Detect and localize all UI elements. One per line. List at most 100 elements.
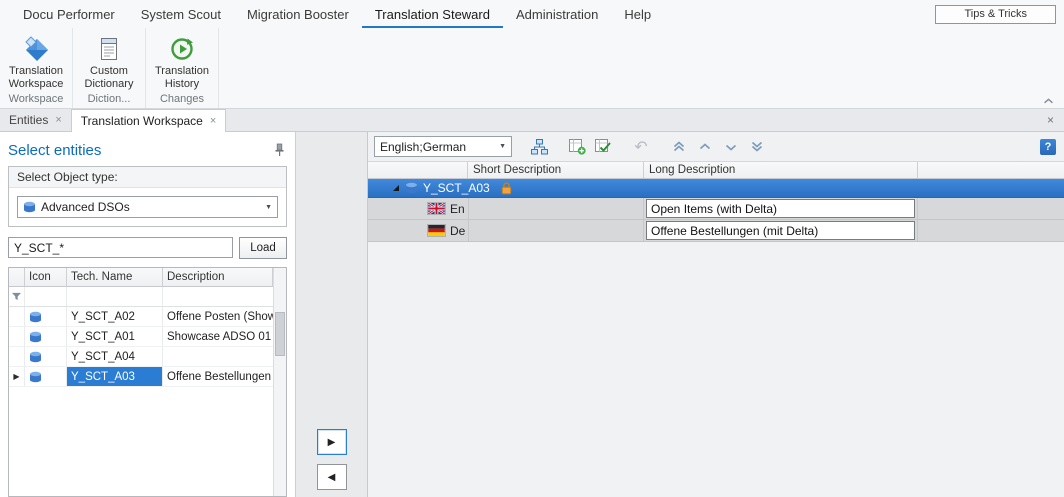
description-cell[interactable]: Showcase ADSO 01 (B... [163, 327, 273, 346]
menubar: Docu Performer System Scout Migration Bo… [0, 0, 1064, 28]
description-cell[interactable]: Offene Posten (Showa... [163, 307, 273, 326]
ribbon-group-label: Workspace [0, 91, 72, 108]
object-type-caption: Select Object type: [9, 167, 286, 188]
transfer-column: ▶ ◀ [296, 132, 367, 497]
next-entity-icon[interactable] [720, 136, 742, 158]
long-description-header[interactable]: Long Description [644, 162, 918, 178]
ribbon-group-label: Diction... [73, 91, 145, 108]
close-icon[interactable]: × [55, 114, 61, 126]
undo-icon[interactable]: ↶ [630, 136, 652, 158]
tab-label: Translation Workspace [81, 114, 203, 128]
icon-column-header[interactable]: Icon [25, 268, 67, 286]
table-row-selected[interactable]: ▶ Y_SCT_A03 Offene Bestellungen (... [9, 367, 273, 387]
ribbon-button-label: Translation [9, 65, 63, 78]
tech-name-cell[interactable]: Y_SCT_A03 [67, 367, 163, 386]
row-indicator-cell [9, 307, 25, 326]
translation-row-de[interactable]: De Offene Bestellungen (mit Delta) [368, 220, 1064, 242]
adso-icon [405, 182, 418, 194]
document-tabbar: Entities × Translation Workspace × × [0, 109, 1064, 132]
filter-cell[interactable] [67, 287, 163, 306]
tips-and-tricks-button[interactable]: Tips & Tricks [935, 5, 1056, 24]
table-row[interactable]: Y_SCT_A04 [9, 347, 273, 367]
tech-name-cell[interactable]: Y_SCT_A01 [67, 327, 163, 346]
collapse-node-icon[interactable] [392, 184, 400, 192]
long-description-cell: Open Items (with Delta) [644, 198, 918, 219]
header-filler [918, 162, 1064, 178]
row-filler [918, 198, 1064, 219]
translation-row-en[interactable]: En Open Items (with Delta) [368, 198, 1064, 220]
menu-item-translation-steward[interactable]: Translation Steward [362, 1, 503, 28]
tech-name-cell[interactable]: Y_SCT_A04 [67, 347, 163, 366]
tech-name-filter-input[interactable] [8, 237, 233, 258]
row-indicator-cell [368, 198, 396, 219]
menu-item-administration[interactable]: Administration [503, 1, 611, 28]
vertical-scrollbar[interactable] [273, 268, 286, 496]
object-type-value: Advanced DSOs [41, 200, 130, 214]
lock-icon [501, 182, 512, 195]
custom-dictionary-button[interactable]: Custom Dictionary [73, 28, 145, 91]
translation-workspace-icon [22, 33, 50, 65]
table-row[interactable]: Y_SCT_A02 Offene Posten (Showa... [9, 307, 273, 327]
menu-item-system-scout[interactable]: System Scout [128, 1, 234, 28]
move-right-button[interactable]: ▶ [317, 429, 347, 455]
adso-icon [23, 201, 36, 213]
long-description-editor[interactable]: Open Items (with Delta) [646, 199, 915, 218]
menu-item-migration-booster[interactable]: Migration Booster [234, 1, 362, 28]
custom-dictionary-icon [96, 33, 122, 65]
tech-name-column-header[interactable]: Tech. Name [67, 268, 163, 286]
description-cell[interactable]: Offene Bestellungen (... [163, 367, 273, 386]
short-description-cell[interactable] [468, 198, 644, 219]
first-entity-icon[interactable] [668, 136, 690, 158]
table-header-row: Icon Tech. Name Description [9, 268, 273, 287]
tech-name-cell[interactable]: Y_SCT_A02 [67, 307, 163, 326]
pin-icon[interactable] [274, 143, 287, 157]
group-row-label: Y_SCT_A03 [423, 181, 490, 195]
close-icon[interactable]: × [1047, 113, 1064, 131]
language-label: De [450, 224, 465, 238]
germany-flag-icon [428, 225, 445, 236]
tab-translation-workspace[interactable]: Translation Workspace × [71, 109, 227, 132]
grid-header-row: Short Description Long Description [368, 161, 1064, 179]
indicator-column-header [9, 268, 25, 286]
chevron-down-icon: ▼ [265, 204, 272, 211]
add-translation-icon[interactable] [566, 136, 588, 158]
long-description-editor[interactable]: Offene Bestellungen (mit Delta) [646, 221, 915, 240]
tab-entities[interactable]: Entities × [0, 109, 71, 131]
filter-row[interactable] [9, 287, 273, 307]
help-button[interactable]: ? [1040, 139, 1056, 155]
translation-workspace-button[interactable]: Translation Workspace [0, 28, 72, 91]
language-pair-dropdown[interactable]: English;German ▼ [374, 136, 512, 157]
translation-history-icon [169, 33, 195, 65]
select-entities-panel: Select entities Select Object type: Adva… [0, 132, 296, 497]
close-icon[interactable]: × [210, 115, 216, 127]
last-entity-icon[interactable] [746, 136, 768, 158]
object-type-dropdown[interactable]: Advanced DSOs ▼ [17, 196, 278, 218]
row-filler [918, 220, 1064, 241]
short-description-header[interactable]: Short Description [468, 162, 644, 178]
menu-item-help[interactable]: Help [611, 1, 664, 28]
table-row[interactable]: Y_SCT_A01 Showcase ADSO 01 (B... [9, 327, 273, 347]
ribbon-group-changes: Translation History Changes [146, 28, 219, 108]
ribbon-button-label: History [165, 78, 199, 91]
description-column-header[interactable]: Description [163, 268, 273, 286]
filter-cell[interactable] [25, 287, 67, 306]
load-button[interactable]: Load [239, 237, 287, 259]
translation-grid: Short Description Long Description Y_SCT… [368, 161, 1064, 497]
translation-history-button[interactable]: Translation History [146, 28, 218, 91]
confirm-translation-icon[interactable] [592, 136, 614, 158]
move-left-button[interactable]: ◀ [317, 464, 347, 490]
short-description-cell[interactable] [468, 220, 644, 241]
filter-cell[interactable] [163, 287, 273, 306]
collapse-ribbon-icon[interactable] [1043, 98, 1054, 105]
previous-entity-icon[interactable] [694, 136, 716, 158]
description-cell[interactable] [163, 347, 273, 366]
adso-icon [29, 371, 42, 383]
language-label: En [450, 202, 465, 216]
entity-group-row[interactable]: Y_SCT_A03 [368, 179, 1064, 198]
language-mapping-icon[interactable] [528, 136, 550, 158]
chevron-down-icon: ▼ [499, 143, 506, 150]
scrollbar-thumb[interactable] [275, 312, 285, 356]
menu-item-docu-performer[interactable]: Docu Performer [10, 1, 128, 28]
entity-icon-cell [25, 327, 67, 346]
ribbon-button-label: Custom [90, 65, 128, 78]
